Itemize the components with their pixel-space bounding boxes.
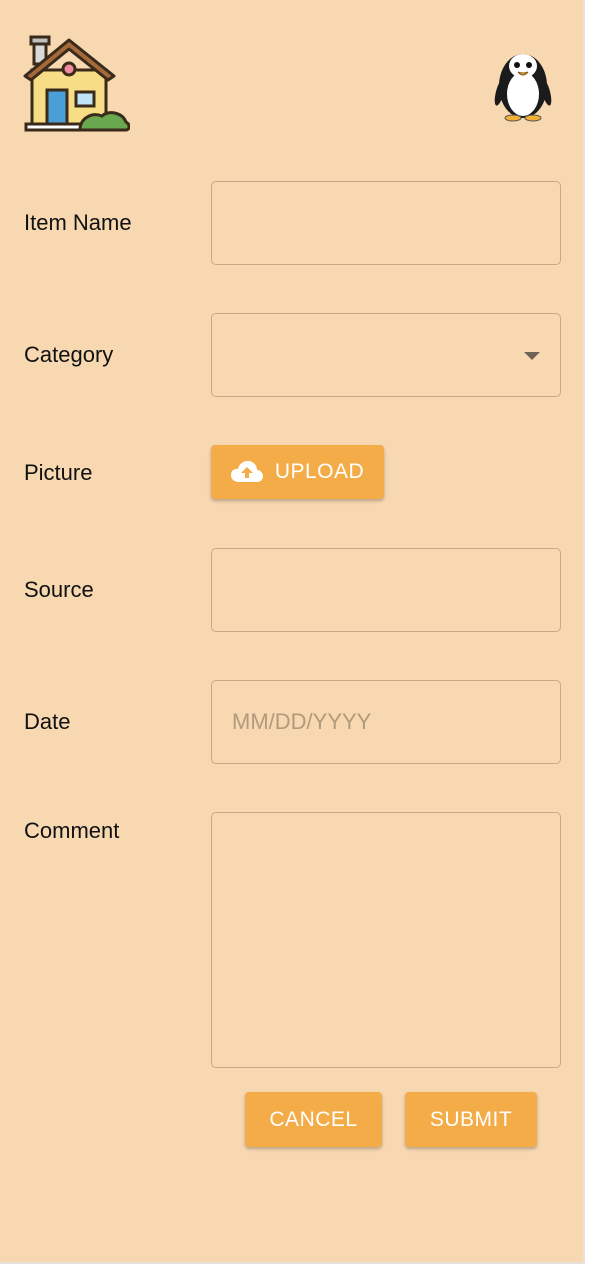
date-label: Date [24, 709, 71, 734]
dropdown-arrow-icon [524, 352, 540, 360]
source-input[interactable] [211, 548, 561, 632]
category-select[interactable] [211, 313, 561, 397]
upload-button-label: UPLOAD [274, 460, 365, 483]
cancel-button[interactable]: CANCEL [245, 1092, 382, 1147]
category-label: Category [24, 342, 114, 367]
upload-button[interactable]: UPLOAD [211, 445, 384, 499]
comment-textarea[interactable] [211, 812, 561, 1068]
comment-label: Comment [24, 818, 120, 843]
source-label: Source [24, 577, 94, 602]
item-name-label: Item Name [24, 210, 132, 235]
house-icon[interactable] [22, 34, 131, 134]
add-item-form-page: Item Name Category Picture UPLOAD Source… [0, 0, 585, 1264]
date-input[interactable] [211, 680, 561, 764]
penguin-icon[interactable] [494, 44, 552, 122]
picture-label: Picture [24, 460, 93, 485]
submit-button[interactable]: SUBMIT [405, 1092, 537, 1147]
cloud-upload-icon [230, 461, 263, 483]
item-name-input[interactable] [211, 181, 561, 265]
